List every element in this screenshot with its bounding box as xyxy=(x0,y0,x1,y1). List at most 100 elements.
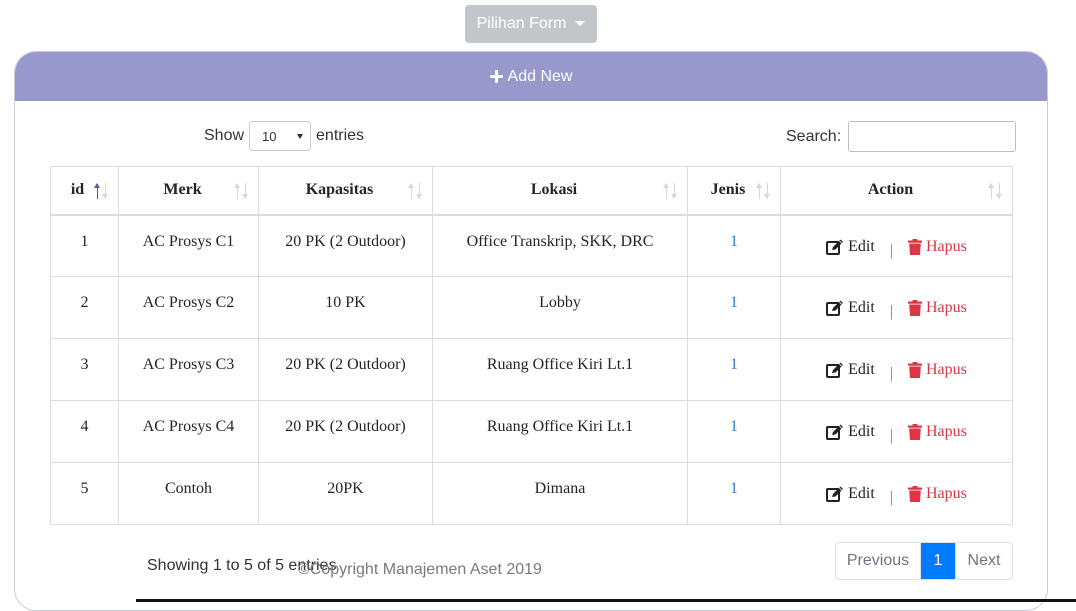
cell-id-text: 3 xyxy=(80,356,89,373)
select-arrow-icon xyxy=(297,134,304,139)
cell-id: 4 xyxy=(50,400,119,463)
sort-up-icon xyxy=(756,182,763,200)
table-body: 1 AC Prosys C1 20 PK (2 Outdoor) Office Tra… xyxy=(50,214,1013,525)
trash-icon xyxy=(907,238,926,255)
delete-button[interactable]: Hapus xyxy=(907,361,967,379)
delete-label: Hapus xyxy=(925,485,967,502)
cell-jenis-text[interactable]: 1 xyxy=(730,233,738,250)
cell-jenis-text[interactable]: 1 xyxy=(730,356,738,373)
delete-button[interactable]: Hapus xyxy=(907,237,967,256)
table-header-row: id Merk Kapasitas Lokasi Jenis Action xyxy=(50,166,1013,216)
cell-jenis-text[interactable]: 1 xyxy=(730,480,738,497)
cell-lokasi: Lobby xyxy=(432,276,688,339)
page-1-button[interactable]: 1 xyxy=(921,543,955,579)
sort-up-icon xyxy=(988,182,995,200)
edit-icon xyxy=(826,362,848,378)
delete-button[interactable]: Hapus xyxy=(907,423,967,441)
sort-down-icon xyxy=(996,182,1003,200)
header-merk[interactable]: Merk xyxy=(118,166,259,216)
entries-select[interactable]: 10 xyxy=(249,121,312,151)
pilihan-form-label: Pilihan Form xyxy=(476,15,567,32)
delete-label: Hapus xyxy=(925,237,967,255)
cell-action: Edit | Hapus xyxy=(780,400,1013,463)
edit-label: Edit xyxy=(848,485,875,502)
cell-jenis: 1 xyxy=(687,276,781,339)
trash-icon xyxy=(907,486,926,502)
action-separator: | xyxy=(889,427,893,444)
cell-kapasitas-text: 20 PK (2 Outdoor) xyxy=(285,356,406,373)
cell-lokasi-text: Lobby xyxy=(539,294,581,311)
cell-jenis-text[interactable]: 1 xyxy=(730,294,738,311)
next-page-button[interactable]: Next xyxy=(955,543,1012,579)
cell-merk: Contoh xyxy=(118,462,259,525)
delete-label: Hapus xyxy=(925,423,967,440)
cell-id-text: 2 xyxy=(80,294,89,311)
action-separator: | xyxy=(889,365,893,382)
table-row: 1 AC Prosys C1 20 PK (2 Outdoor) Office Tra… xyxy=(50,214,1013,277)
sort-icon xyxy=(408,182,424,200)
edit-button[interactable]: Edit xyxy=(826,485,875,503)
cell-lokasi-text: Dimana xyxy=(534,480,586,497)
header-lokasi[interactable]: Lokasi xyxy=(432,166,688,216)
cell-kapasitas: 20 PK (2 Outdoor) xyxy=(258,338,433,401)
header-label: Merk xyxy=(163,181,202,199)
cell-lokasi-text: Ruang Office Kiri Lt.1 xyxy=(486,356,634,373)
cell-kapasitas-text: 10 PK xyxy=(325,294,366,311)
header-label: Action xyxy=(867,181,914,199)
sort-icon xyxy=(94,182,110,200)
edit-button[interactable]: Edit xyxy=(826,423,875,441)
pilihan-form-dropdown[interactable]: Pilihan Form xyxy=(465,5,597,43)
edit-button[interactable]: Edit xyxy=(826,238,875,256)
cell-jenis: 1 xyxy=(687,214,781,277)
delete-button[interactable]: Hapus xyxy=(907,299,967,317)
search-input[interactable] xyxy=(848,121,1017,152)
header-id[interactable]: id xyxy=(50,166,119,216)
header-label: Jenis xyxy=(710,181,746,199)
edit-button[interactable]: Edit xyxy=(826,299,875,317)
entries-label: entries xyxy=(316,127,365,144)
cell-jenis-text[interactable]: 1 xyxy=(730,418,738,435)
cell-id: 5 xyxy=(50,462,119,525)
table-row: 3 AC Prosys C3 20 PK (2 Outdoor) Ruang Offi… xyxy=(50,338,1013,401)
cell-id-text: 4 xyxy=(80,418,89,435)
cell-lokasi-text: Ruang Office Kiri Lt.1 xyxy=(486,418,634,435)
cell-id: 2 xyxy=(50,276,119,339)
edit-icon xyxy=(826,486,848,502)
cell-lokasi: Ruang Office Kiri Lt.1 xyxy=(432,338,688,401)
header-jenis[interactable]: Jenis xyxy=(687,166,781,216)
action-separator: | xyxy=(889,241,893,259)
sort-icon xyxy=(988,182,1004,200)
sort-icon xyxy=(663,182,679,200)
header-action[interactable]: Action xyxy=(780,166,1013,216)
sort-up-icon xyxy=(94,182,101,200)
add-new-button[interactable]: Add New xyxy=(15,52,1047,101)
edit-label: Edit xyxy=(848,237,875,255)
caret-down-icon xyxy=(575,20,586,26)
copyright-text: ©Copyright Manajemen Aset 2019 xyxy=(298,561,542,578)
cell-jenis: 1 xyxy=(687,462,781,525)
cell-lokasi-text: Office Transkrip, SKK, DRC xyxy=(466,232,654,250)
data-table: id Merk Kapasitas Lokasi Jenis Action 1 AC Pro… xyxy=(50,166,1013,525)
header-kapasitas[interactable]: Kapasitas xyxy=(258,166,433,216)
delete-button[interactable]: Hapus xyxy=(907,485,967,503)
cell-kapasitas: 20 PK (2 Outdoor) xyxy=(258,214,433,277)
sort-down-icon xyxy=(671,182,678,200)
cell-kapasitas-text: 20PK xyxy=(327,480,364,497)
entries-select-value: 10 xyxy=(262,128,277,144)
edit-button[interactable]: Edit xyxy=(826,361,875,379)
trash-icon xyxy=(907,424,926,440)
sort-down-icon xyxy=(416,182,423,200)
cell-action: Edit | Hapus xyxy=(780,338,1013,401)
table-row: 5 Contoh 20PK Dimana 1 Edit | Hapus xyxy=(50,462,1013,525)
plus-icon xyxy=(489,70,503,83)
sort-down-icon xyxy=(764,182,771,200)
cell-id-text: 5 xyxy=(80,480,89,497)
cell-merk: AC Prosys C3 xyxy=(118,338,259,401)
sort-up-icon xyxy=(234,182,241,200)
table-row: 4 AC Prosys C4 20 PK (2 Outdoor) Ruang Offi… xyxy=(50,400,1013,463)
cell-merk-text: AC Prosys C2 xyxy=(142,294,235,311)
cell-kapasitas: 20PK xyxy=(258,462,433,525)
previous-page-button[interactable]: Previous xyxy=(836,543,921,579)
cell-kapasitas: 20 PK (2 Outdoor) xyxy=(258,400,433,463)
sort-icon xyxy=(234,182,250,200)
